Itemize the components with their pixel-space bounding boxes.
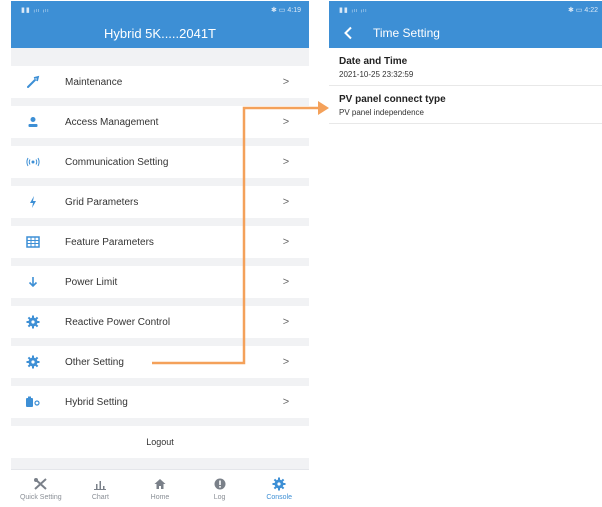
wrench-icon (25, 74, 41, 90)
grid-icon (25, 234, 41, 250)
back-button[interactable] (333, 18, 363, 48)
tab-quick-setting[interactable]: Quick Setting (11, 470, 71, 506)
menu-item-label: Grid Parameters (65, 196, 139, 208)
status-right: ✱ ▭ 4:19 (271, 6, 301, 14)
status-right: ✱ ▭ 4:22 (568, 6, 598, 14)
tab-label: Home (150, 494, 170, 501)
menu-item-label: Other Setting (65, 356, 124, 368)
chevron-right-icon: > (282, 156, 290, 168)
menu-item-label: Hybrid Setting (65, 396, 128, 408)
log-icon (213, 476, 227, 492)
tab-label: Log (213, 494, 226, 501)
right-phone-screen: ▮▮ ᵢₗₗ ᵢₗₗ ✱ ▭ 4:22 Time Setting Date an… (329, 1, 602, 506)
page-title: Time Setting (373, 26, 440, 40)
signal-icon (25, 154, 41, 170)
setting-value: PV panel independence (339, 108, 424, 117)
chevron-right-icon: > (282, 196, 290, 208)
status-left: ▮▮ ᵢₗₗ ᵢₗₗ (21, 6, 50, 14)
menu-item-label: Access Management (65, 116, 159, 128)
logout-button[interactable]: Logout (11, 426, 309, 458)
tab-label: Quick Setting (19, 494, 62, 501)
gear-icon (272, 476, 286, 492)
menu-item-label: Reactive Power Control (65, 316, 171, 328)
menu-item-access-management[interactable]: Access Management > (11, 106, 309, 138)
tab-label: Chart (91, 494, 109, 501)
setting-title: PV panel connect type (339, 94, 446, 105)
menu-item-label: Power Limit (65, 276, 118, 288)
menu-item-other-setting[interactable]: Other Setting > (11, 346, 309, 378)
tab-label: Console (266, 494, 293, 501)
chevron-right-icon: > (282, 116, 290, 128)
device-title: Hybrid 5K.....2041T (104, 25, 216, 41)
chevron-right-icon: > (282, 236, 290, 248)
setting-pv-panel-connect-type[interactable]: PV panel connect type PV panel independe… (329, 86, 602, 124)
status-bar: ▮▮ ᵢₗₗ ᵢₗₗ ✱ ▭ 4:22 (329, 1, 602, 18)
device-title-bar: Hybrid 5K.....2041T (11, 18, 309, 48)
tab-home[interactable]: Home (130, 470, 190, 506)
menu-item-reactive-power-control[interactable]: Reactive Power Control > (11, 306, 309, 338)
user-icon (25, 114, 41, 130)
bottom-tab-bar: Quick Setting Chart Home Log Console (11, 469, 309, 506)
menu-item-label: Maintenance (65, 76, 123, 88)
menu-item-communication-setting[interactable]: Communication Setting > (11, 146, 309, 178)
menu-item-power-limit[interactable]: Power Limit > (11, 266, 309, 298)
menu-item-label: Communication Setting (65, 156, 169, 168)
tab-log[interactable]: Log (190, 470, 250, 506)
logout-label: Logout (146, 437, 174, 447)
chevron-right-icon: > (282, 316, 290, 328)
battery-icon (25, 394, 41, 410)
chevron-right-icon: > (282, 356, 290, 368)
chevron-right-icon: > (282, 276, 290, 288)
tab-chart[interactable]: Chart (71, 470, 131, 506)
setting-value: 2021-10-25 23:32:59 (339, 70, 414, 79)
left-phone-screen: ▮▮ ᵢₗₗ ᵢₗₗ ✱ ▭ 4:19 Hybrid 5K.....2041T … (11, 1, 309, 506)
setting-date-and-time[interactable]: Date and Time 2021-10-25 23:32:59 (329, 48, 602, 86)
setting-title: Date and Time (339, 56, 408, 67)
tab-console[interactable]: Console (249, 470, 309, 506)
chevron-left-icon (344, 26, 352, 40)
status-left: ▮▮ ᵢₗₗ ᵢₗₗ (339, 6, 368, 14)
menu-item-hybrid-setting[interactable]: Hybrid Setting > (11, 386, 309, 418)
gear-icon (25, 314, 41, 330)
home-icon (153, 476, 167, 492)
chevron-right-icon: > (282, 396, 290, 408)
menu-item-maintenance[interactable]: Maintenance > (11, 66, 309, 98)
chevron-right-icon: > (282, 76, 290, 88)
arrow-down-icon (25, 274, 41, 290)
menu-item-feature-parameters[interactable]: Feature Parameters > (11, 226, 309, 258)
tools-icon (33, 476, 49, 492)
lightning-icon (25, 194, 41, 210)
menu-item-grid-parameters[interactable]: Grid Parameters > (11, 186, 309, 218)
menu-item-label: Feature Parameters (65, 236, 154, 248)
status-bar: ▮▮ ᵢₗₗ ᵢₗₗ ✱ ▭ 4:19 (11, 1, 309, 18)
chart-icon (93, 476, 107, 492)
gear-icon (25, 354, 41, 370)
time-setting-title-bar: Time Setting (329, 18, 602, 48)
